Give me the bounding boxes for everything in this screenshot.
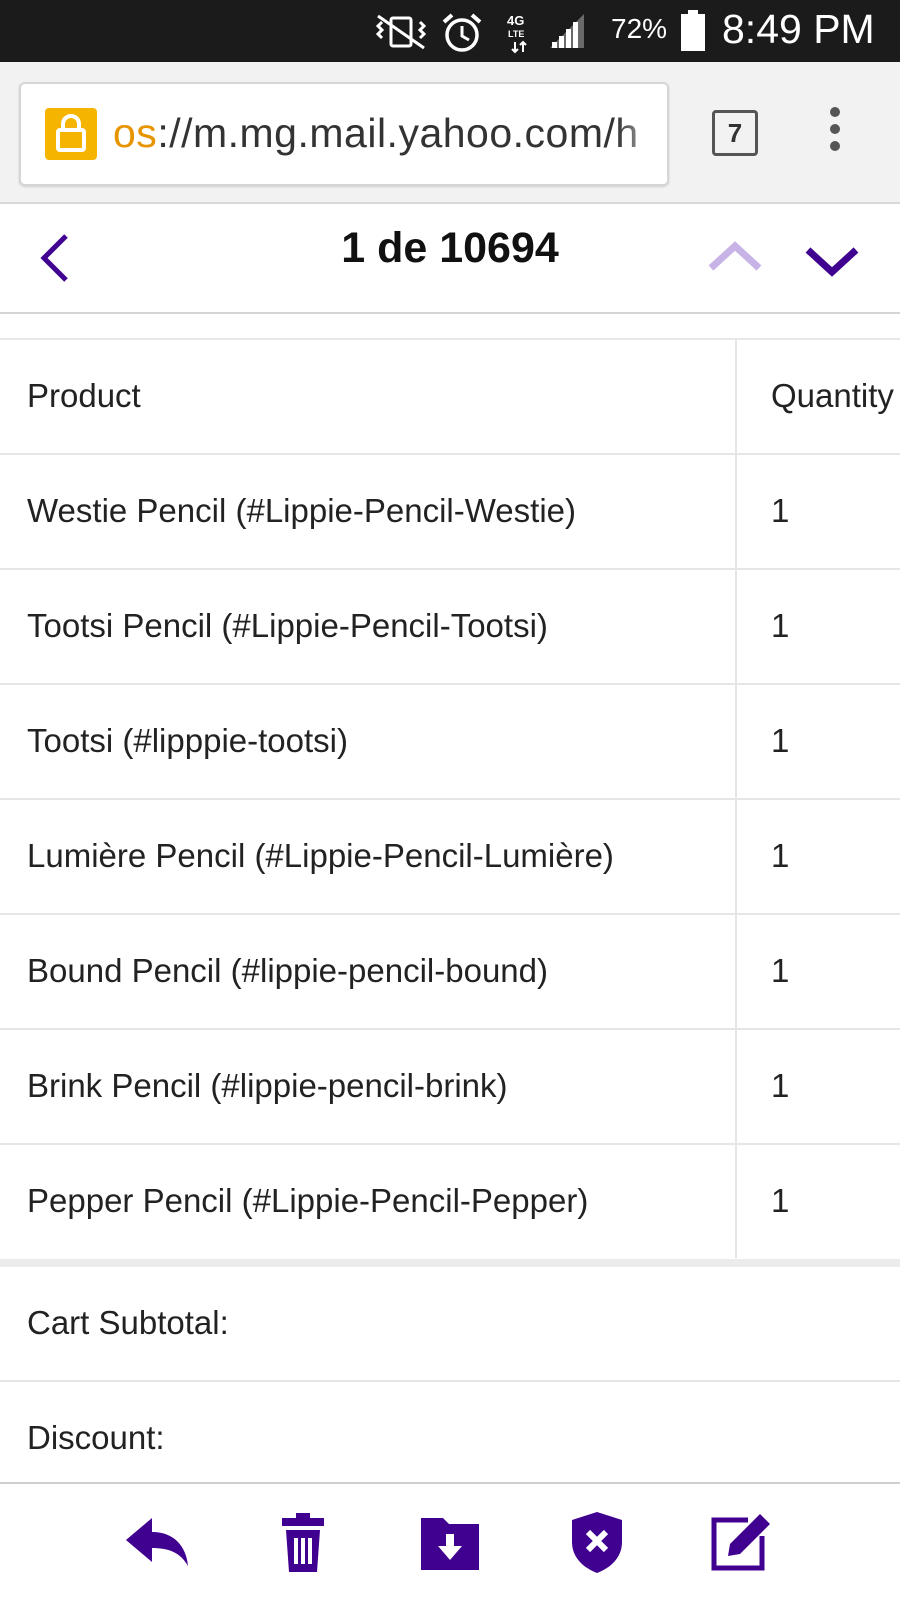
url-text[interactable]: os://m.mg.mail.yahoo.com/h	[113, 110, 653, 157]
battery-icon	[681, 10, 705, 51]
svg-text:LTE: LTE	[508, 29, 524, 39]
product-cell: Tootsi Pencil (#Lippie-Pencil-Tootsi)	[27, 607, 548, 644]
message-actions-toolbar	[0, 1482, 900, 1602]
move-icon[interactable]	[415, 1510, 485, 1574]
lock-icon[interactable]	[45, 108, 97, 160]
url-path: ://m.mg.mail.yahoo.com/h	[157, 110, 639, 156]
product-cell: Westie Pencil (#Lippie-Pencil-Westie)	[27, 492, 576, 529]
product-cell: Tootsi (#lipppie-tootsi)	[27, 722, 348, 759]
menu-icon[interactable]	[830, 107, 842, 157]
next-icon[interactable]	[802, 234, 862, 284]
quantity-cell: 1	[771, 952, 790, 989]
discount-row: Discount:	[0, 1382, 900, 1495]
delete-icon[interactable]	[268, 1510, 338, 1574]
product-cell: Bound Pencil (#lippie-pencil-bound)	[27, 952, 548, 989]
table-row: Bound Pencil (#lippie-pencil-bound) 1	[0, 915, 900, 1030]
subtotal-row: Cart Subtotal:	[0, 1267, 900, 1382]
vibrate-icon	[375, 14, 427, 50]
order-table: Product Quantity Westie Pencil (#Lippie-…	[0, 338, 900, 1258]
table-row: Pepper Pencil (#Lippie-Pencil-Pepper) 1	[0, 1145, 900, 1258]
product-cell: Brink Pencil (#lippie-pencil-brink)	[27, 1067, 508, 1104]
quantity-cell: 1	[771, 1067, 790, 1104]
header-quantity: Quantity	[771, 377, 894, 414]
product-cell: Pepper Pencil (#Lippie-Pencil-Pepper)	[27, 1182, 589, 1219]
quantity-cell: 1	[771, 607, 790, 644]
totals-section: Cart Subtotal: Discount:	[0, 1267, 900, 1495]
url-scheme: os	[113, 110, 158, 156]
tabs-icon[interactable]: 7	[712, 110, 758, 156]
url-bar[interactable]: os://m.mg.mail.yahoo.com/h	[19, 82, 669, 186]
quantity-cell: 1	[771, 1182, 790, 1219]
subtotal-label: Cart Subtotal:	[27, 1304, 229, 1341]
compose-icon[interactable]	[708, 1510, 778, 1574]
svg-text:4G: 4G	[507, 13, 524, 28]
quantity-cell: 1	[771, 837, 790, 874]
status-bar: 4G LTE 72% 8:49 PM	[0, 0, 900, 62]
column-divider	[735, 338, 737, 1258]
header-product: Product	[27, 377, 141, 414]
alarm-icon	[442, 13, 482, 52]
quantity-cell: 1	[771, 492, 790, 529]
table-row: Lumière Pencil (#Lippie-Pencil-Lumière) …	[0, 800, 900, 915]
url-fade	[617, 84, 667, 184]
4g-lte-icon: 4G LTE	[507, 13, 527, 54]
status-time: 8:49 PM	[722, 6, 875, 52]
message-counter: 1 de 10694	[341, 224, 559, 272]
totals-divider	[0, 1259, 900, 1267]
signal-icon	[550, 14, 584, 48]
spam-icon[interactable]	[562, 1510, 632, 1574]
table-row: Tootsi Pencil (#Lippie-Pencil-Tootsi) 1	[0, 570, 900, 685]
previous-icon[interactable]	[705, 234, 765, 284]
table-header-row: Product Quantity	[0, 340, 900, 455]
discount-label: Discount:	[27, 1419, 165, 1456]
table-row: Westie Pencil (#Lippie-Pencil-Westie) 1	[0, 455, 900, 570]
battery-percent: 72%	[611, 13, 668, 44]
table-row: Brink Pencil (#lippie-pencil-brink) 1	[0, 1030, 900, 1145]
table-row: Tootsi (#lipppie-tootsi) 1	[0, 685, 900, 800]
product-cell: Lumière Pencil (#Lippie-Pencil-Lumière)	[27, 837, 614, 874]
browser-toolbar: os://m.mg.mail.yahoo.com/h 7	[0, 62, 900, 204]
quantity-cell: 1	[771, 722, 790, 759]
message-navigation: 1 de 10694	[0, 204, 900, 314]
reply-icon[interactable]	[122, 1510, 192, 1574]
